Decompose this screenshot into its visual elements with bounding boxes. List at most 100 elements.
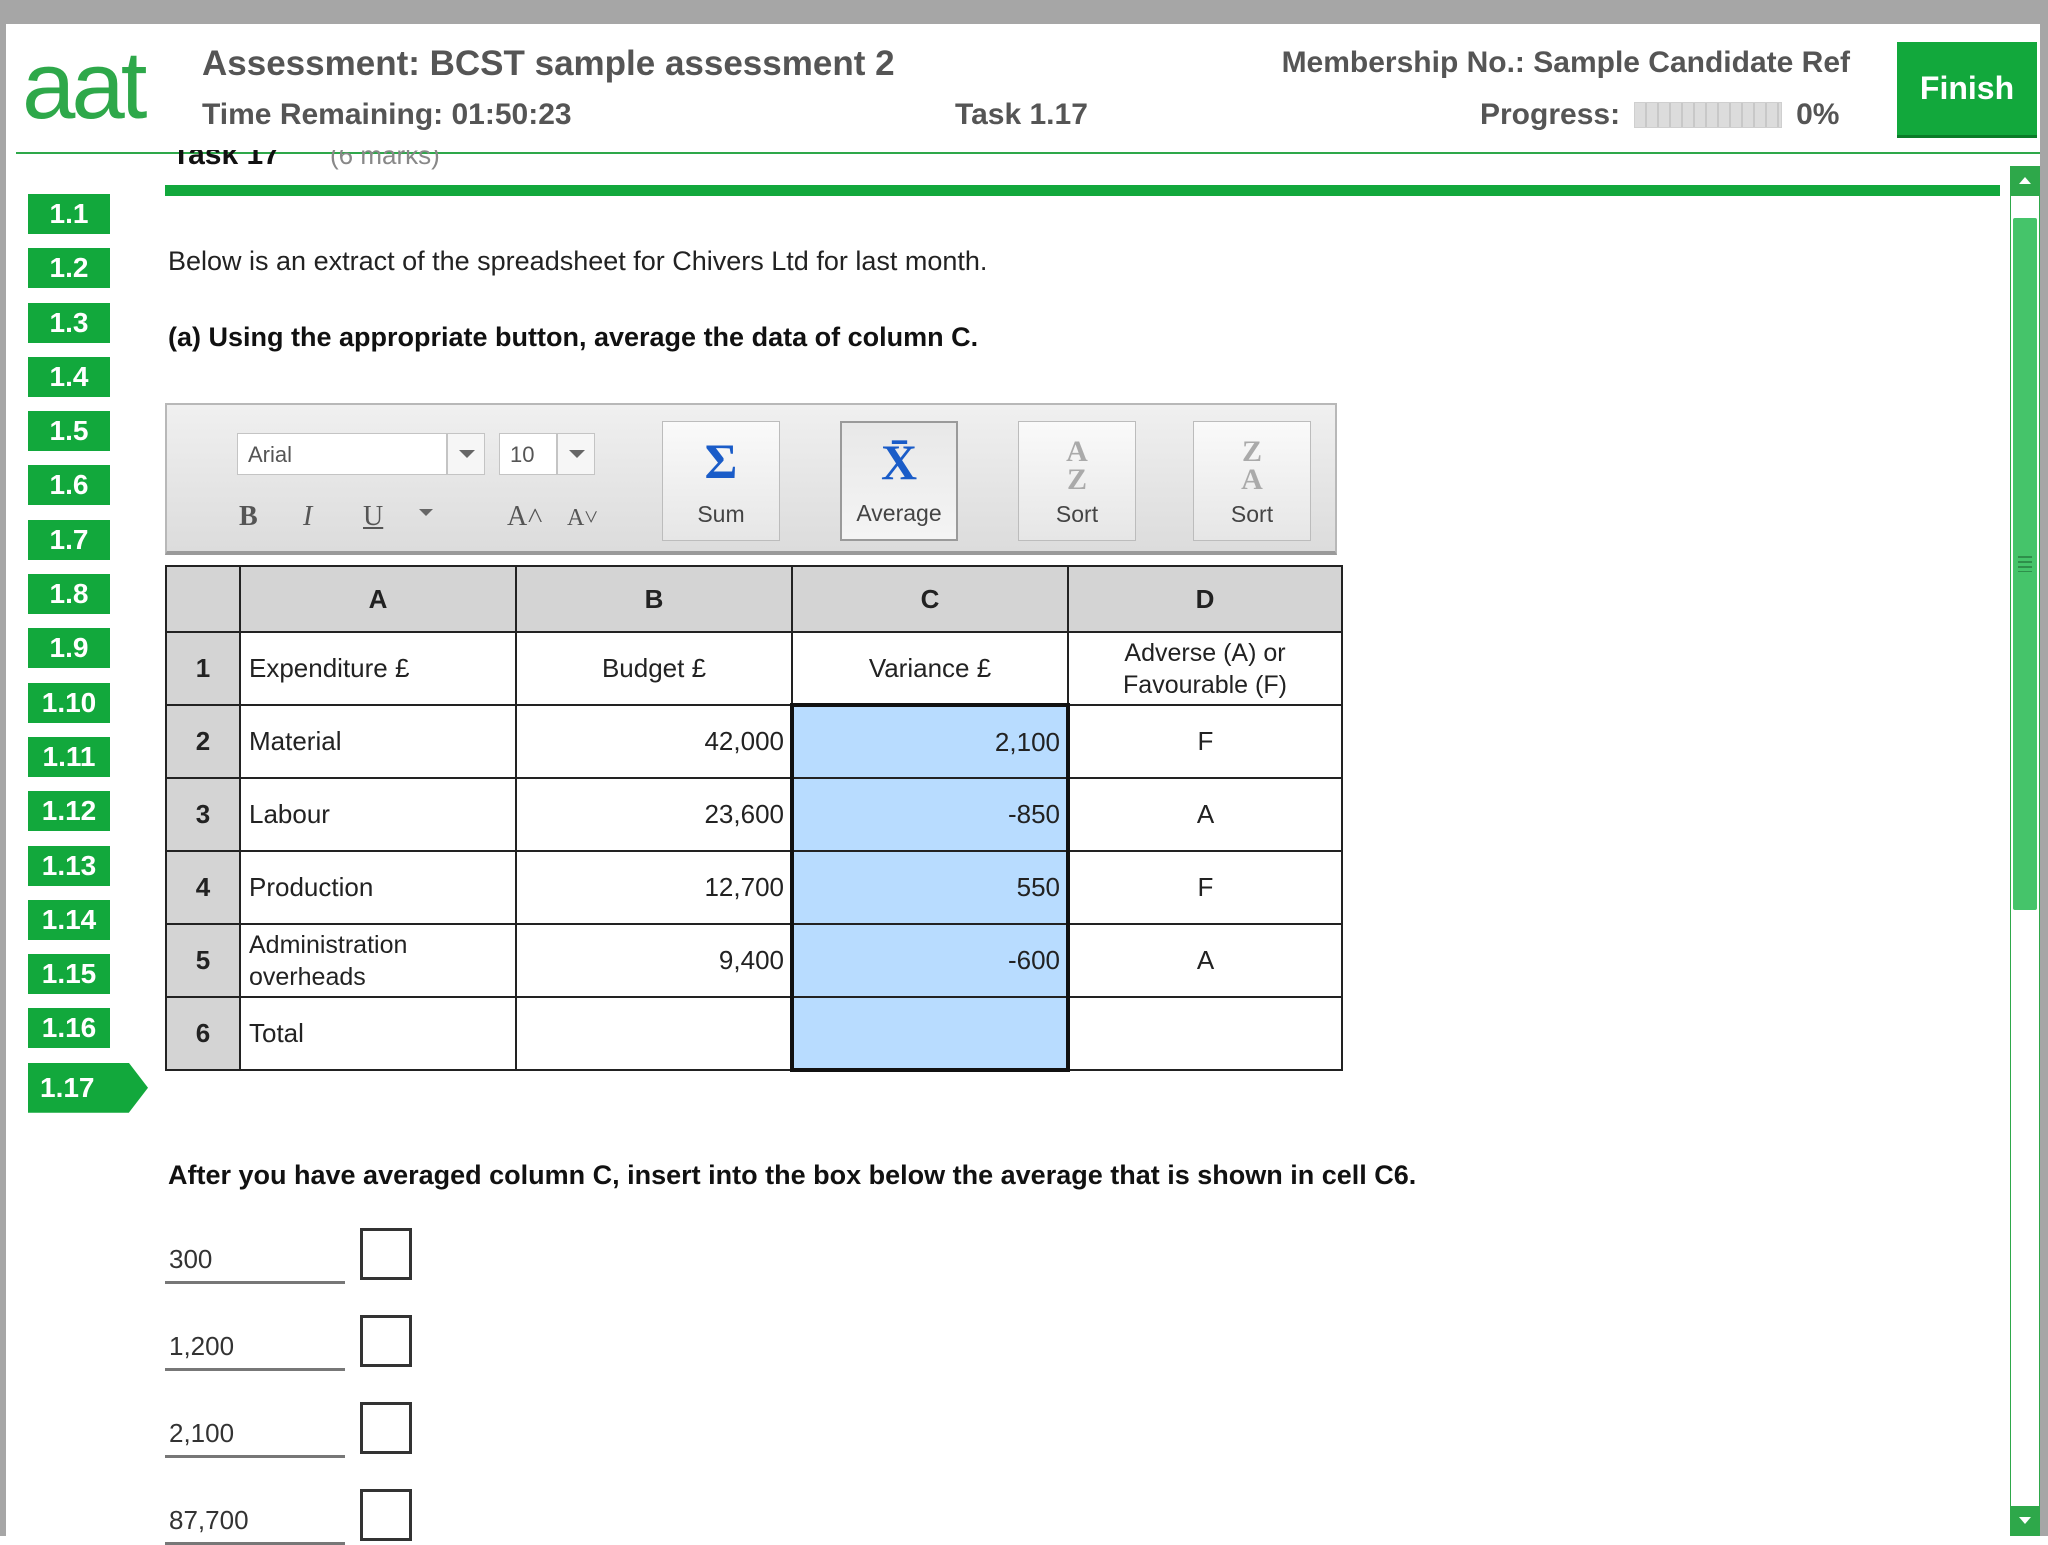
cell-a6[interactable]: Total xyxy=(239,996,517,1071)
column-header-d[interactable]: D xyxy=(1067,565,1343,633)
cell-d6[interactable] xyxy=(1067,996,1343,1071)
nav-item-1-5[interactable]: 1.5 xyxy=(28,411,110,452)
cell-b2[interactable]: 42,000 xyxy=(515,704,793,779)
italic-button[interactable]: I xyxy=(303,501,312,533)
sort-descending-button[interactable]: ZA Sort xyxy=(1193,421,1311,541)
nav-item-1-13[interactable]: 1.13 xyxy=(28,845,110,886)
nav-item-1-4[interactable]: 1.4 xyxy=(28,356,110,397)
nav-item-1-7[interactable]: 1.7 xyxy=(28,519,110,560)
cell-a3[interactable]: Labour xyxy=(239,777,517,852)
cell-d2[interactable]: F xyxy=(1067,704,1343,779)
grow-font-button[interactable]: A˄ xyxy=(507,501,543,533)
answer-option-checkbox[interactable] xyxy=(360,1315,412,1367)
cell-b4[interactable]: 12,700 xyxy=(515,850,793,925)
nav-item-1-6[interactable]: 1.6 xyxy=(28,465,110,506)
column-header-a[interactable]: A xyxy=(239,565,517,633)
font-size-dropdown-button[interactable] xyxy=(557,433,595,475)
sum-button[interactable]: Σ Sum xyxy=(662,421,780,541)
cell-a1[interactable]: Expenditure £ xyxy=(239,631,517,706)
nav-item-1-17-active[interactable]: 1.17 xyxy=(28,1062,148,1113)
cell-c2[interactable]: 2,100 xyxy=(790,703,1070,779)
membership-number: Membership No.: Sample Candidate Ref xyxy=(1281,46,1850,79)
cell-c5[interactable]: -600 xyxy=(790,923,1070,998)
nav-item-1-1[interactable]: 1.1 xyxy=(28,194,110,234)
scroll-up-button[interactable] xyxy=(2010,166,2040,196)
font-size-select[interactable]: 10 xyxy=(499,433,557,475)
cell-d3[interactable]: A xyxy=(1067,777,1343,852)
window-frame-top xyxy=(0,0,2048,24)
sum-label: Sum xyxy=(697,501,745,527)
table-row: 1 Expenditure £ Budget £ Variance £ Adve… xyxy=(165,631,1343,706)
cell-c1[interactable]: Variance £ xyxy=(791,631,1069,706)
cell-c4[interactable]: 550 xyxy=(790,850,1070,925)
sort-ascending-button[interactable]: AZ Sort xyxy=(1018,421,1136,541)
row-header[interactable]: 2 xyxy=(165,704,241,779)
nav-item-1-12[interactable]: 1.12 xyxy=(28,791,110,832)
answer-option-checkbox[interactable] xyxy=(360,1228,412,1280)
shrink-font-button[interactable]: A˅ xyxy=(567,505,598,532)
cell-c3[interactable]: -850 xyxy=(790,777,1070,852)
spreadsheet-grid: A B C D 1 Expenditure £ Budget £ Varianc… xyxy=(165,565,1343,1072)
cell-d5[interactable]: A xyxy=(1067,923,1343,998)
sort-za-icon: ZA xyxy=(1241,435,1263,496)
progress-value: 0% xyxy=(1796,98,1840,131)
nav-item-1-11[interactable]: 1.11 xyxy=(28,736,110,777)
nav-item-1-3[interactable]: 1.3 xyxy=(28,302,110,343)
nav-item-1-8[interactable]: 1.8 xyxy=(28,574,110,615)
task-header-bar xyxy=(165,185,2000,196)
sort-descending-label: Sort xyxy=(1230,501,1274,527)
cell-b1[interactable]: Budget £ xyxy=(515,631,793,706)
time-remaining: Time Remaining: 01:50:23 xyxy=(202,98,572,131)
cell-b6[interactable] xyxy=(515,996,793,1071)
row-header[interactable]: 1 xyxy=(165,631,241,706)
row-header[interactable]: 3 xyxy=(165,777,241,852)
answer-option-checkbox[interactable] xyxy=(360,1489,412,1541)
finish-button[interactable]: Finish xyxy=(1897,42,2037,138)
aat-logo: aat xyxy=(22,32,147,139)
underline-button[interactable]: U xyxy=(363,501,383,533)
nav-item-1-10[interactable]: 1.10 xyxy=(28,682,110,723)
answer-instruction: After you have averaged column C, insert… xyxy=(168,1160,1417,1190)
sort-az-icon: AZ xyxy=(1066,435,1088,496)
font-select[interactable]: Arial xyxy=(237,433,447,475)
task-indicator: Task 1.17 xyxy=(955,98,1088,131)
nav-item-1-16[interactable]: 1.16 xyxy=(28,1008,110,1049)
window-frame-right xyxy=(2040,24,2048,1536)
cell-b5[interactable]: 9,400 xyxy=(515,923,793,998)
arrow-down-icon xyxy=(2019,1517,2031,1524)
answer-option-checkbox[interactable] xyxy=(360,1402,412,1454)
progress-label: Progress: xyxy=(1480,98,1621,131)
cell-b3[interactable]: 23,600 xyxy=(515,777,793,852)
answer-option-label: 300 xyxy=(165,1232,345,1284)
bold-button[interactable]: B xyxy=(239,501,258,533)
cell-a2[interactable]: Material xyxy=(239,704,517,779)
cell-a5[interactable]: Administration overheads xyxy=(239,923,517,998)
scroll-down-button[interactable] xyxy=(2010,1506,2040,1536)
cell-c6[interactable] xyxy=(790,996,1070,1072)
cell-a4[interactable]: Production xyxy=(239,850,517,925)
underline-dropdown-icon[interactable] xyxy=(419,509,433,516)
nav-item-1-14[interactable]: 1.14 xyxy=(28,899,110,940)
task-intro: Below is an extract of the spreadsheet f… xyxy=(168,246,988,276)
row-header[interactable]: 5 xyxy=(165,923,241,998)
column-header-c[interactable]: C xyxy=(791,565,1069,633)
nav-item-1-9[interactable]: 1.9 xyxy=(28,628,110,669)
font-dropdown-button[interactable] xyxy=(447,433,485,475)
answer-option-label: 2,100 xyxy=(165,1406,345,1458)
answer-option-label: 87,700 xyxy=(165,1493,345,1545)
column-header-b[interactable]: B xyxy=(515,565,793,633)
cell-d4[interactable]: F xyxy=(1067,850,1343,925)
nav-item-1-15[interactable]: 1.15 xyxy=(28,954,110,995)
average-icon: X̄ xyxy=(880,434,918,490)
column-header-row: A B C D xyxy=(165,565,1343,633)
average-button[interactable]: X̄ Average xyxy=(840,421,958,541)
nav-item-1-2[interactable]: 1.2 xyxy=(28,248,110,289)
question-part-a: (a) Using the appropriate button, averag… xyxy=(168,322,979,352)
row-header[interactable]: 4 xyxy=(165,850,241,925)
table-row: 6 Total xyxy=(165,996,1343,1072)
row-header[interactable]: 6 xyxy=(165,996,241,1071)
task-title: Task 17 xyxy=(172,150,280,171)
table-row: 5 Administration overheads 9,400 -600 A xyxy=(165,923,1343,998)
cell-d1[interactable]: Adverse (A) or Favourable (F) xyxy=(1067,631,1343,706)
corner-cell xyxy=(165,565,241,633)
